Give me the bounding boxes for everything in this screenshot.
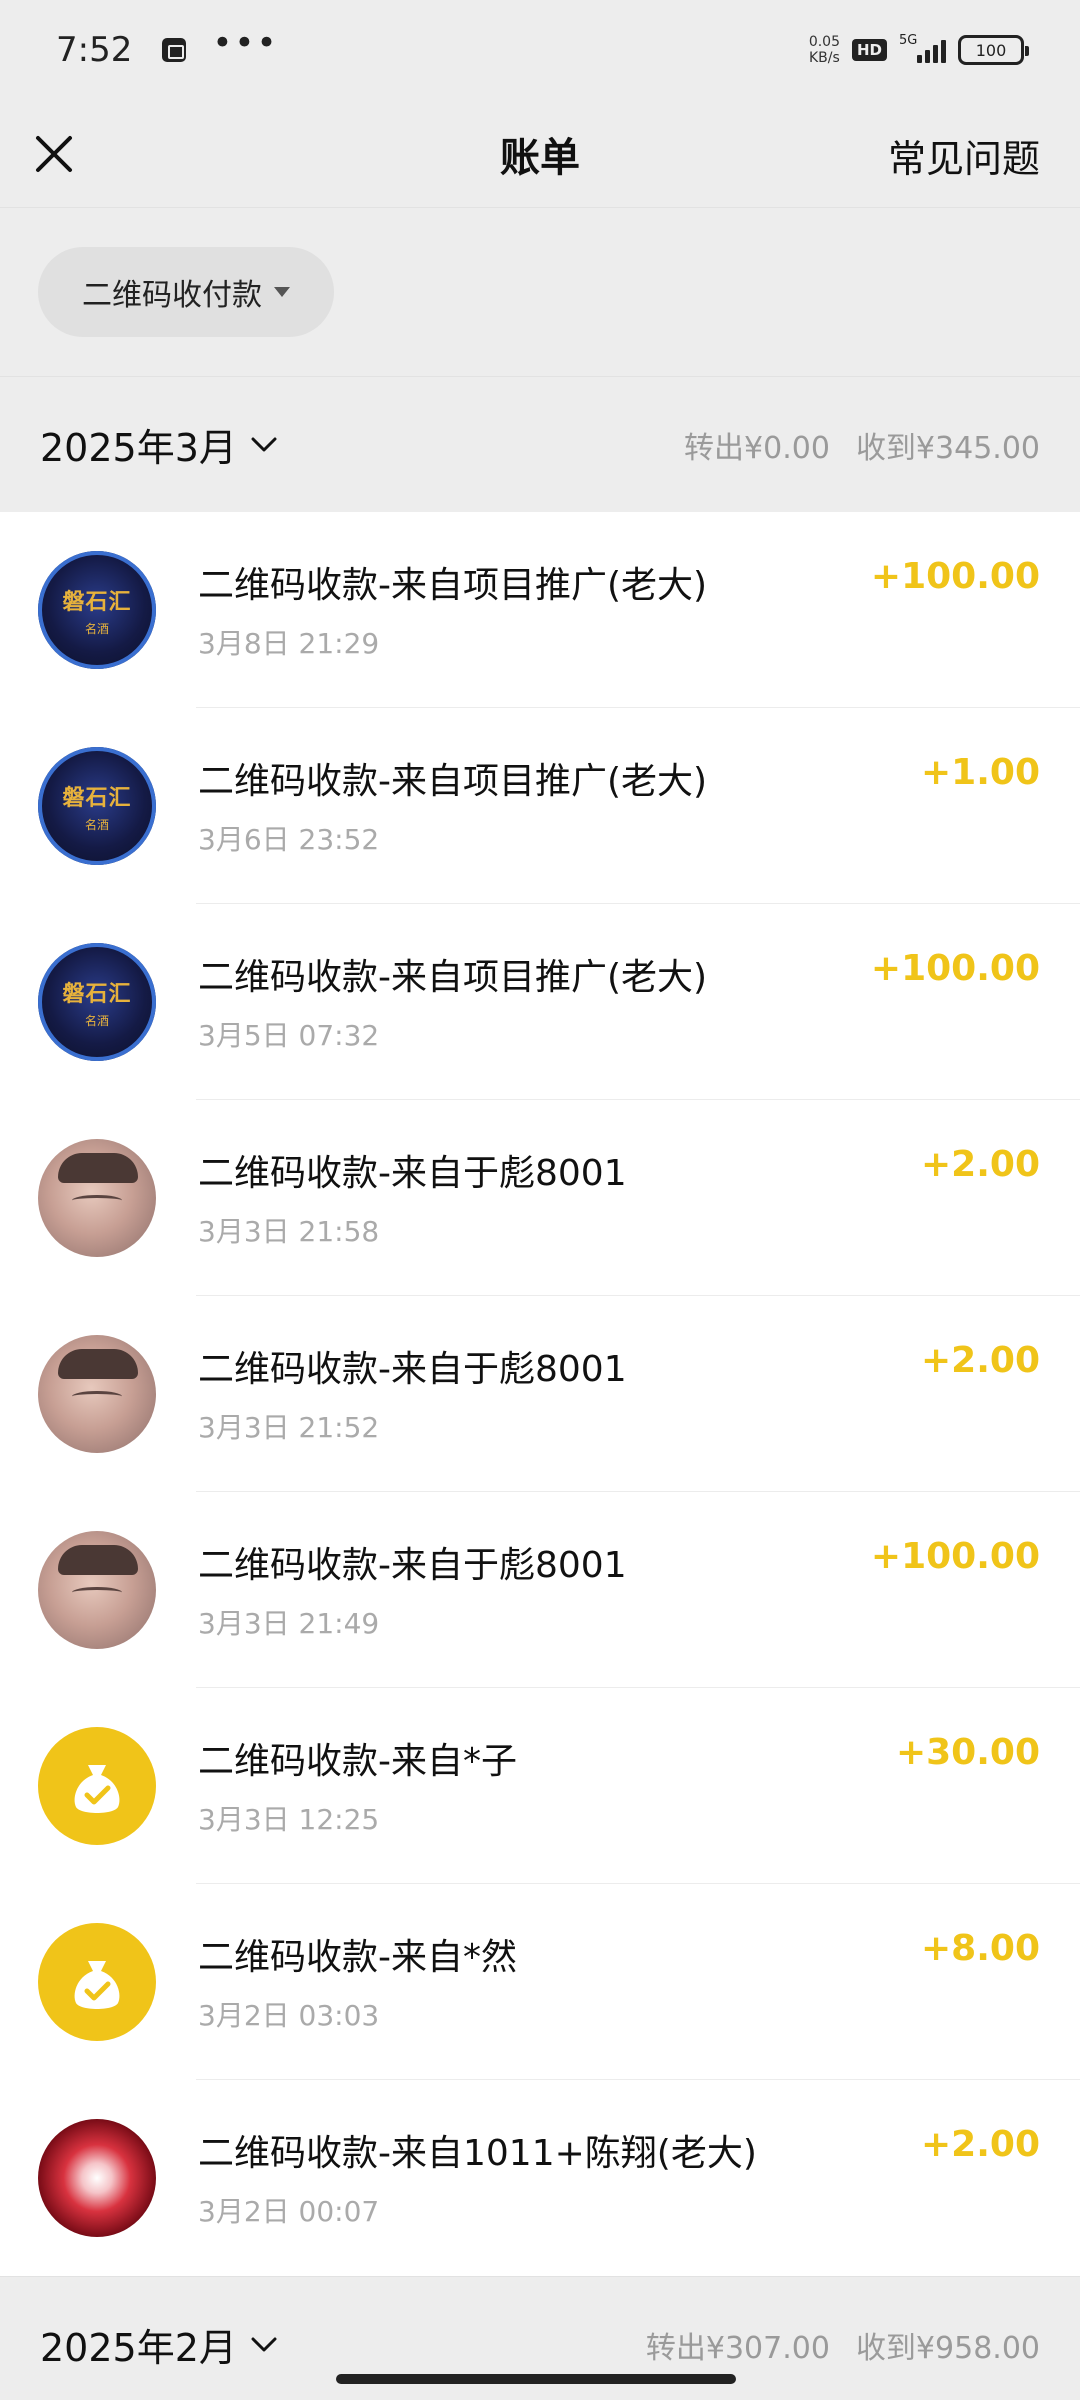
- chevron-down-icon: [251, 437, 277, 451]
- transaction-row[interactable]: 二维码收款-来自于彪8001 3月3日 21:52 +2.00: [0, 1296, 1080, 1492]
- money-bag-icon: [38, 1923, 156, 2041]
- transaction-title: 二维码收款-来自项目推广(老大): [198, 761, 708, 802]
- transaction-row[interactable]: 磐石汇 名酒 二维码收款-来自项目推广(老大) 3月6日 23:52 +1.00: [0, 708, 1080, 904]
- transaction-row[interactable]: 磐石汇 名酒 二维码收款-来自项目推广(老大) 3月5日 07:32 +100.00: [0, 904, 1080, 1100]
- transaction-title: 二维码收款-来自*子: [198, 1741, 517, 1782]
- transaction-row[interactable]: 磐石汇 名酒 二维码收款-来自项目推广(老大) 3月8日 21:29 +100.00: [0, 512, 1080, 708]
- transaction-amount: +8.00: [921, 1928, 1040, 1969]
- month-out-total: 转出¥307.00: [645, 2330, 830, 2366]
- transaction-title: 二维码收款-来自于彪8001: [198, 1349, 627, 1390]
- transaction-row[interactable]: 二维码收款-来自于彪8001 3月3日 21:49 +100.00: [0, 1492, 1080, 1688]
- transaction-time: 3月3日 21:52: [198, 1411, 380, 1444]
- transaction-row[interactable]: 二维码收款-来自1011+陈翔(老大) 3月2日 00:07 +2.00: [0, 2080, 1080, 2276]
- transaction-time: 3月8日 21:29: [198, 627, 380, 660]
- close-button[interactable]: [26, 126, 82, 182]
- user-photo-avatar: [38, 1531, 156, 1649]
- month-in-total: 收到¥958.00: [855, 2330, 1040, 2366]
- filter-label: 二维码收付款: [82, 278, 262, 313]
- faq-link[interactable]: 常见问题: [888, 128, 1040, 183]
- flower-photo-avatar: [38, 2119, 156, 2237]
- page-title: 账单: [500, 134, 580, 181]
- transaction-row[interactable]: 二维码收款-来自*子 3月3日 12:25 +30.00: [0, 1688, 1080, 1884]
- signal-icon: 5G: [899, 33, 946, 63]
- transaction-amount: +100.00: [870, 1536, 1040, 1577]
- home-indicator[interactable]: [336, 2374, 736, 2384]
- transaction-time: 3月2日 03:03: [198, 1999, 380, 2032]
- transaction-amount: +2.00: [921, 1144, 1040, 1185]
- merchant-logo-avatar: 磐石汇 名酒: [38, 943, 156, 1061]
- dropdown-arrow-icon: [274, 287, 290, 297]
- merchant-logo-avatar: 磐石汇 名酒: [38, 551, 156, 669]
- transaction-amount: +100.00: [870, 556, 1040, 597]
- merchant-logo-avatar: 磐石汇 名酒: [38, 747, 156, 865]
- transaction-amount: +100.00: [870, 948, 1040, 989]
- app-header: 账单 常见问题: [0, 100, 1080, 208]
- chevron-down-icon: [251, 2337, 277, 2351]
- transaction-title: 二维码收款-来自项目推广(老大): [198, 957, 708, 998]
- transaction-amount: +1.00: [921, 752, 1040, 793]
- transaction-time: 3月5日 07:32: [198, 1019, 380, 1052]
- money-bag-icon: [38, 1727, 156, 1845]
- month-header: 2025年3月 转出¥0.00 收到¥345.00: [0, 376, 1080, 512]
- transaction-time: 3月3日 12:25: [198, 1803, 380, 1836]
- transaction-title: 二维码收款-来自项目推广(老大): [198, 565, 708, 606]
- transaction-title: 二维码收款-来自1011+陈翔(老大): [198, 2133, 757, 2174]
- month-summary: 转出¥0.00 收到¥345.00: [684, 423, 1040, 467]
- status-bar: 7:52 ••• 0.05 KB/s HD 5G 100: [0, 0, 1080, 100]
- user-photo-avatar: [38, 1139, 156, 1257]
- network-speed: 0.05 KB/s: [808, 34, 840, 66]
- notification-icon: [162, 38, 187, 62]
- month-summary: 转出¥307.00 收到¥958.00: [646, 2323, 1040, 2367]
- month-selector[interactable]: 2025年3月: [40, 417, 277, 472]
- status-time: 7:52: [56, 30, 133, 70]
- battery-icon: 100: [958, 35, 1029, 65]
- transaction-time: 3月3日 21:58: [198, 1215, 380, 1248]
- transaction-title: 二维码收款-来自*然: [198, 1937, 517, 1978]
- transaction-amount: +2.00: [921, 1340, 1040, 1381]
- month-in-total: 收到¥345.00: [855, 430, 1040, 466]
- transaction-amount: +30.00: [895, 1732, 1040, 1773]
- more-notifications-icon: •••: [212, 23, 279, 63]
- close-icon: [36, 136, 72, 172]
- filter-area: 二维码收付款: [0, 209, 1080, 375]
- transaction-title: 二维码收款-来自于彪8001: [198, 1153, 627, 1194]
- transaction-amount: +2.00: [921, 2124, 1040, 2165]
- transaction-time: 3月3日 21:49: [198, 1607, 380, 1640]
- user-photo-avatar: [38, 1335, 156, 1453]
- money-bag-icon: [74, 1765, 120, 1813]
- transaction-row[interactable]: 二维码收款-来自于彪8001 3月3日 21:58 +2.00: [0, 1100, 1080, 1296]
- transaction-row[interactable]: 二维码收款-来自*然 3月2日 03:03 +8.00: [0, 1884, 1080, 2080]
- transaction-time: 3月6日 23:52: [198, 823, 380, 856]
- month-out-total: 转出¥0.00: [684, 430, 830, 466]
- transaction-time: 3月2日 00:07: [198, 2195, 380, 2228]
- transaction-list: 磐石汇 名酒 二维码收款-来自项目推广(老大) 3月8日 21:29 +100.00 磐石…: [0, 512, 1080, 2276]
- money-bag-icon: [74, 1961, 120, 2009]
- type-filter-dropdown[interactable]: 二维码收付款: [38, 247, 334, 337]
- hd-icon: HD: [851, 39, 887, 61]
- month-selector[interactable]: 2025年2月: [40, 2317, 277, 2372]
- transaction-title: 二维码收款-来自于彪8001: [198, 1545, 627, 1586]
